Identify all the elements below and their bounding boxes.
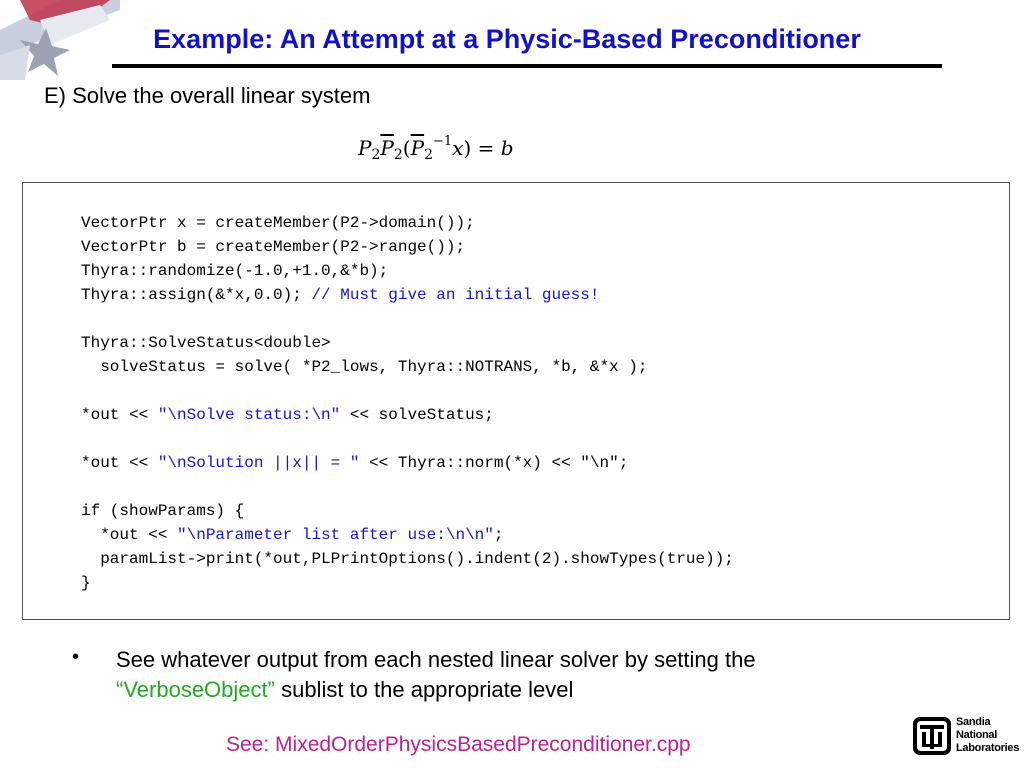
code-line: *out << xyxy=(81,454,158,472)
code-line: solveStatus = solve( *P2_lows, Thyra::NO… xyxy=(81,358,648,376)
eq-lparen: ( xyxy=(402,136,411,160)
code-line: ; xyxy=(493,526,504,544)
bullet-text-post: sublist to the appropriate level xyxy=(274,677,574,702)
sandia-wordmark: Sandia National Laboratories xyxy=(956,716,1019,755)
eq-pbar-1: P xyxy=(380,136,394,160)
equation: P2P2(P2−1x) = b xyxy=(358,134,514,163)
step-heading: E) Solve the overall linear system xyxy=(44,83,371,108)
sandia-line: Laboratories xyxy=(956,742,1020,754)
code-string: "\nParameter list after use:\n\n" xyxy=(177,526,494,544)
sandia-line: Sandia xyxy=(956,716,991,728)
eq-p-1: P xyxy=(358,136,372,160)
bullet-text: See whatever output from each nested lin… xyxy=(116,645,896,705)
source-file-reference: See: MixedOrderPhysicsBasedPreconditione… xyxy=(226,733,691,756)
slide-title: Example: An Attempt at a Physic-Based Pr… xyxy=(153,24,861,54)
eq-rparen-equals: ) = xyxy=(463,136,501,160)
code-string: "\nSolution ||x|| = " xyxy=(157,454,360,472)
code-line: *out << xyxy=(81,526,178,544)
title-underline xyxy=(112,64,942,68)
code-listing: VectorPtr x = createMember(P2->domain())… xyxy=(81,211,734,595)
sandia-line: National xyxy=(956,729,997,741)
code-line: if (showParams) { xyxy=(81,502,245,520)
eq-sub-2: 2 xyxy=(393,147,403,163)
code-line: VectorPtr x = createMember(P2->domain())… xyxy=(81,214,475,232)
code-line: << Thyra::norm(*x) << "\n"; xyxy=(359,454,629,472)
code-string: "\nSolve status:\n" xyxy=(157,406,341,424)
code-line: Thyra::assign(&*x,0.0); xyxy=(81,286,312,304)
code-line: << solveStatus; xyxy=(340,406,494,424)
code-line: *out << xyxy=(81,406,158,424)
code-line: } xyxy=(81,574,91,592)
code-line: paramList->print(*out,PLPrintOptions().i… xyxy=(81,550,734,568)
code-comment: // Must give an initial guess! xyxy=(311,286,600,304)
sandia-thunderbird-logo xyxy=(913,717,951,755)
code-line: Thyra::SolveStatus<double> xyxy=(81,334,331,352)
bullet-highlight: “VerboseObject” xyxy=(116,677,275,702)
bullet-marker: • xyxy=(72,646,80,668)
code-line: Thyra::randomize(-1.0,+1.0,&*b); xyxy=(81,262,389,280)
code-line: VectorPtr b = createMember(P2->range()); xyxy=(81,238,466,256)
eq-sub-3: 2 xyxy=(424,147,433,163)
eq-b: b xyxy=(500,136,514,160)
eq-pbar-2: P xyxy=(410,136,425,160)
code-block: VectorPtr x = createMember(P2->domain())… xyxy=(22,182,1010,620)
eq-x: x xyxy=(452,136,464,160)
eq-inverse: −1 xyxy=(432,134,453,149)
bullet-text-pre: See whatever output from each nested lin… xyxy=(116,647,756,672)
